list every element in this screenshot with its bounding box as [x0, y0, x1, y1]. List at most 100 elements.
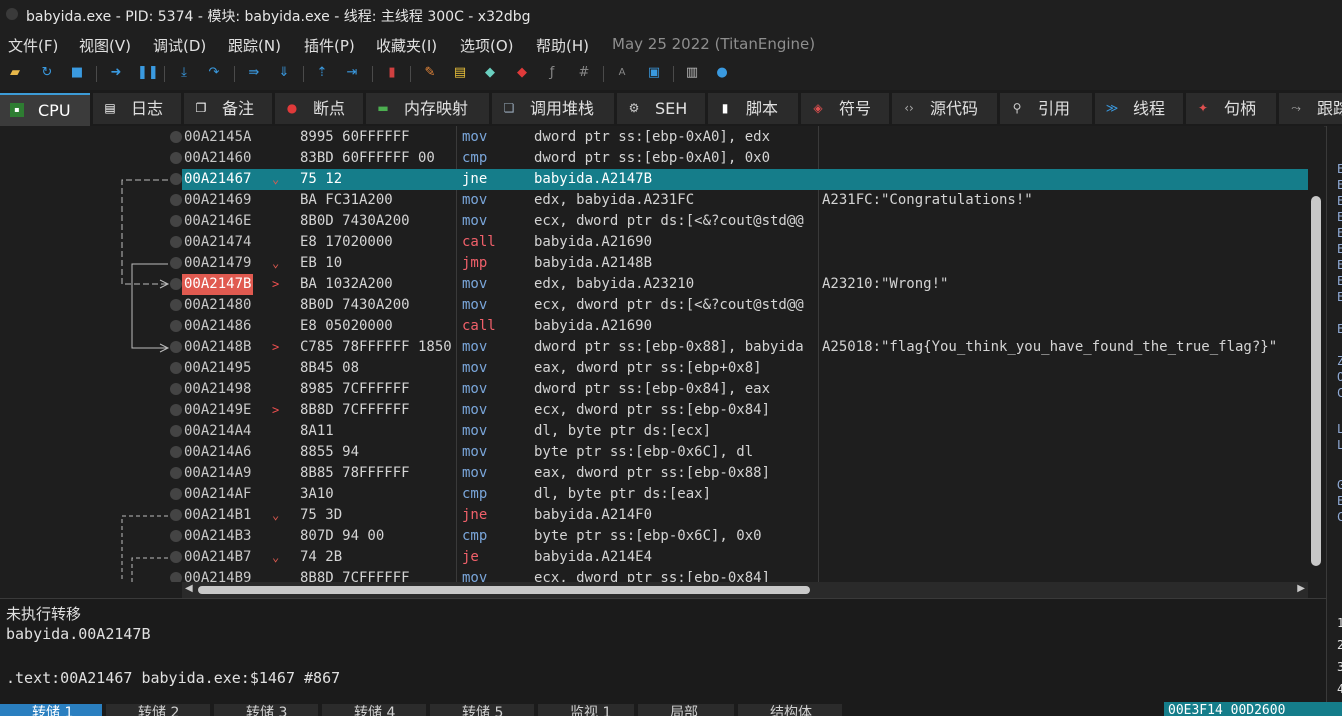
- breakpoint-toggle[interactable]: [170, 509, 182, 521]
- pause-icon[interactable]: ❚❚: [137, 64, 159, 82]
- scrollbar-thumb[interactable]: [1311, 196, 1321, 566]
- menu-debug[interactable]: 调试(D): [153, 35, 206, 56]
- tab-dump-4[interactable]: 转储 4: [322, 704, 426, 716]
- menu-trace[interactable]: 跟踪(N): [228, 35, 281, 56]
- step-over-icon[interactable]: ↷: [205, 64, 223, 82]
- open-icon[interactable]: ▰: [6, 64, 24, 82]
- tab-references[interactable]: ⚲ 引用: [1000, 93, 1092, 124]
- breakpoint-toggle[interactable]: [170, 131, 182, 143]
- bookmark-icon[interactable]: ◆: [513, 64, 531, 82]
- scroll-left-icon[interactable]: ◀: [185, 583, 193, 594]
- trace-over-icon[interactable]: ⇓: [275, 64, 293, 82]
- help-icon[interactable]: ●: [713, 64, 731, 82]
- disassembly-row[interactable]: 00A214A4 8A11 mov dl, byte ptr ds:[ecx]: [182, 421, 1308, 442]
- strings-icon[interactable]: A: [613, 64, 631, 82]
- breakpoint-toggle[interactable]: [170, 299, 182, 311]
- disassembly-row[interactable]: 00A21486 E8 05020000 call babyida.A21690: [182, 316, 1308, 337]
- comment-icon[interactable]: ▤: [451, 64, 469, 82]
- tab-dump-2[interactable]: 转储 2: [106, 704, 210, 716]
- argument-icon[interactable]: #: [575, 64, 593, 82]
- tab-breakpoints[interactable]: ● 断点: [275, 93, 363, 124]
- menu-options[interactable]: 选项(O): [460, 35, 514, 56]
- registers-pane[interactable]: EEEEEEEEEEZOCLLGEC1234: [1326, 126, 1342, 706]
- tab-source[interactable]: ‹› 源代码: [892, 93, 997, 124]
- disassembly-row[interactable]: 00A2146E 8B0D 7430A200 mov ecx, dword ptr d…: [182, 211, 1308, 232]
- breakpoint-toggle[interactable]: [170, 383, 182, 395]
- disassembly-row[interactable]: 00A21474 E8 17020000 call babyida.A21690: [182, 232, 1308, 253]
- menu-help[interactable]: 帮助(H): [536, 35, 589, 56]
- function-icon[interactable]: ƒ: [543, 64, 561, 82]
- breakpoint-toggle[interactable]: [170, 215, 182, 227]
- breakpoint-toggle[interactable]: [170, 320, 182, 332]
- scylla-icon[interactable]: ▮: [383, 64, 401, 82]
- disassembly-row[interactable]: 00A21495 8B45 08 mov eax, dword ptr ss:[ebp…: [182, 358, 1308, 379]
- tab-struct[interactable]: 结构体: [738, 704, 842, 716]
- label-icon[interactable]: ◆: [481, 64, 499, 82]
- breakpoint-toggle[interactable]: [170, 530, 182, 542]
- scrollbar-thumb[interactable]: [198, 586, 810, 594]
- tab-cpu[interactable]: ▪ CPU: [0, 93, 90, 126]
- disassembly-row[interactable]: 00A214B1 ⌄ 75 3D jne babyida.A214F0: [182, 505, 1308, 526]
- tab-log[interactable]: ▤ 日志: [93, 93, 181, 124]
- tab-handles[interactable]: ✦ 句柄: [1186, 93, 1276, 124]
- run-icon[interactable]: ➜: [107, 64, 125, 82]
- disassembly-row[interactable]: 00A21467 ⌄ 75 12 jne babyida.A2147B: [182, 169, 1308, 190]
- tab-seh[interactable]: ⚙ SEH: [617, 93, 705, 124]
- tab-notes[interactable]: ❐ 备注: [184, 93, 272, 124]
- disassembly-row[interactable]: 00A21460 83BD 60FFFFFF 00 cmp dword ptr ss:…: [182, 148, 1308, 169]
- tab-memory-map[interactable]: ▬ 内存映射: [366, 93, 489, 124]
- breakpoint-toggle[interactable]: [170, 467, 182, 479]
- scroll-right-icon[interactable]: ▶: [1297, 583, 1305, 594]
- menu-favourites[interactable]: 收藏夹(I): [376, 35, 437, 56]
- tab-trace[interactable]: ⤳ 跟踪: [1279, 93, 1342, 124]
- execute-till-return-icon[interactable]: ⇡: [313, 64, 331, 82]
- disassembly-row[interactable]: 00A214B7 ⌄ 74 2B je babyida.A214E4: [182, 547, 1308, 568]
- run-to-user-code-icon[interactable]: ⇥: [343, 64, 361, 82]
- trace-into-icon[interactable]: ⇛: [245, 64, 263, 82]
- tab-symbols[interactable]: ◈ 符号: [801, 93, 889, 124]
- disassembly-row[interactable]: 00A214B9 8B8D 7CFFFFFF mov ecx, dword ptr s…: [182, 568, 1308, 582]
- tab-script[interactable]: ▮ 脚本: [708, 93, 798, 124]
- breakpoint-toggle[interactable]: [170, 278, 182, 290]
- breakpoint-toggle[interactable]: [170, 425, 182, 437]
- disassembly-row[interactable]: 00A214A9 8B85 78FFFFFF mov eax, dword ptr s…: [182, 463, 1308, 484]
- disassembly-row[interactable]: 00A214B3 807D 94 00 cmp byte ptr ss:[ebp-0x…: [182, 526, 1308, 547]
- tab-locals[interactable]: 局部: [638, 704, 734, 716]
- breakpoint-toggle[interactable]: [170, 236, 182, 248]
- disassembly-row[interactable]: 00A2145A 8995 60FFFFFF mov dword ptr ss:[eb…: [182, 127, 1308, 148]
- tab-dump-5[interactable]: 转储 5: [430, 704, 534, 716]
- menu-file[interactable]: 文件(F): [8, 35, 58, 56]
- calculator-icon[interactable]: ▥: [683, 64, 701, 82]
- breakpoint-toggle[interactable]: [170, 572, 182, 582]
- step-into-icon[interactable]: ⤓: [175, 64, 193, 82]
- restart-icon[interactable]: ↻: [38, 64, 56, 82]
- tab-threads[interactable]: ≫ 线程: [1095, 93, 1183, 124]
- patch-icon[interactable]: ▣: [645, 64, 663, 82]
- disassembly-row[interactable]: 00A2147B > BA 1032A200 mov edx, babyida.A232…: [182, 274, 1308, 295]
- breakpoint-toggle[interactable]: [170, 173, 182, 185]
- disassembly-vertical-scrollbar[interactable]: [1308, 126, 1324, 582]
- tab-call-stack[interactable]: ❏ 调用堆栈: [492, 93, 614, 124]
- disassembly-row[interactable]: 00A214A6 8855 94 mov byte ptr ss:[ebp-0x6C]…: [182, 442, 1308, 463]
- disassembly-horizontal-scrollbar[interactable]: ◀ ▶: [182, 582, 1308, 598]
- breakpoint-toggle[interactable]: [170, 152, 182, 164]
- breakpoint-toggle[interactable]: [170, 362, 182, 374]
- breakpoint-toggle[interactable]: [170, 194, 182, 206]
- disassembly-view[interactable]: 00A2145A 8995 60FFFFFF mov dword ptr ss:[eb…: [0, 126, 1308, 582]
- breakpoint-toggle[interactable]: [170, 446, 182, 458]
- disassembly-row[interactable]: 00A214AF 3A10 cmp dl, byte ptr ds:[eax]: [182, 484, 1308, 505]
- breakpoint-toggle[interactable]: [170, 257, 182, 269]
- disassembly-row[interactable]: 00A21479 ⌄ EB 10 jmp babyida.A2148B: [182, 253, 1308, 274]
- breakpoint-toggle[interactable]: [170, 551, 182, 563]
- tab-watch-1[interactable]: 监视 1: [538, 704, 634, 716]
- disassembly-row[interactable]: 00A2149E >8B8D 7CFFFFFF mov ecx, dword ptr …: [182, 400, 1308, 421]
- disassembly-row[interactable]: 00A21480 8B0D 7430A200 mov ecx, dword ptr d…: [182, 295, 1308, 316]
- tab-dump-3[interactable]: 转储 3: [214, 704, 318, 716]
- breakpoint-toggle[interactable]: [170, 341, 182, 353]
- breakpoint-toggle[interactable]: [170, 404, 182, 416]
- disassembly-row[interactable]: 00A21498 8985 7CFFFFFF mov dword ptr ss:[eb…: [182, 379, 1308, 400]
- tab-dump-1[interactable]: 转储 1: [0, 704, 102, 716]
- disassembly-row[interactable]: 00A2148B > C785 78FFFFFF 1850 mov dword ptr …: [182, 337, 1308, 358]
- disassembly-row[interactable]: 00A21469 BA FC31A200 mov edx, babyida.A231F…: [182, 190, 1308, 211]
- menu-view[interactable]: 视图(V): [79, 35, 131, 56]
